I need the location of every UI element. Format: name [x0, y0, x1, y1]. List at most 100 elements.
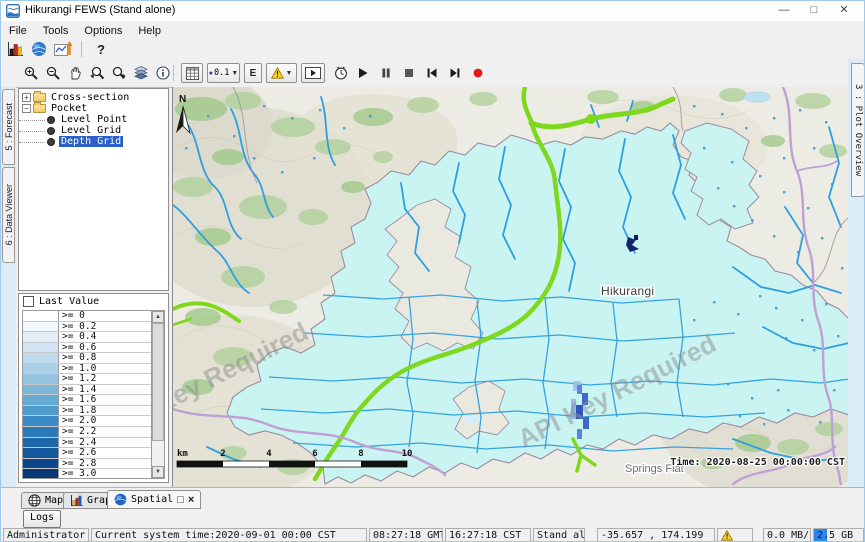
status-memory: 2.5 GB: [813, 528, 864, 542]
legend-class-label: >= 1.0: [59, 364, 96, 374]
pan-button[interactable]: [65, 63, 85, 83]
last-value-option[interactable]: Last Value: [23, 296, 99, 307]
close-tab-icon[interactable]: ×: [188, 495, 194, 505]
info-button[interactable]: [153, 63, 173, 83]
filter-tree-panel: +Cross-section− PocketLevel PointLevel Gr…: [18, 88, 169, 291]
minimize-button[interactable]: —: [769, 1, 799, 21]
node-bullet-icon: [47, 138, 55, 146]
tree-item-level-grid[interactable]: Level Grid: [19, 125, 168, 136]
tree-item-pocket[interactable]: − Pocket: [19, 103, 168, 114]
legend-color-swatch: [23, 364, 59, 374]
legend-row[interactable]: >= 3.0: [23, 469, 151, 479]
menu-item-options[interactable]: Options: [76, 23, 130, 37]
animation-button[interactable]: [301, 63, 325, 83]
legend-class-label: >= 2.8: [59, 459, 96, 469]
legend-panel: Last Value >= 0>= 0.2>= 0.4>= 0.6>= 0.8>…: [18, 293, 169, 483]
scale-tick-label: 10: [402, 449, 413, 459]
chevron-down-icon: ▼: [286, 70, 293, 77]
status-bar: Administrator Current system time:2020-0…: [1, 528, 865, 542]
tab-plot-overview[interactable]: 3 : Plot Overview: [851, 63, 865, 197]
zoom-next-button[interactable]: [109, 63, 129, 83]
database-viewer-button[interactable]: [5, 39, 25, 59]
logs-button[interactable]: Logs: [23, 510, 61, 528]
collapse-icon[interactable]: −: [22, 104, 31, 113]
menu-item-tools[interactable]: Tools: [35, 23, 77, 37]
pause-button[interactable]: [376, 63, 396, 83]
maximize-button[interactable]: □: [799, 1, 829, 21]
tab-spatial[interactable]: Spatial □ ×: [107, 490, 201, 509]
legend-color-swatch: [23, 427, 59, 437]
close-button[interactable]: ✕: [829, 1, 859, 21]
status-local-time: 16:27:18 CST: [445, 528, 531, 542]
record-button[interactable]: [468, 63, 488, 83]
warning-icon: [721, 530, 733, 541]
zoom-out-icon: [46, 66, 60, 80]
legend-color-swatch: [23, 448, 59, 458]
step-forward-button[interactable]: [445, 63, 465, 83]
zoom-out-button[interactable]: [43, 63, 63, 83]
tree-item-depth-grid[interactable]: Depth Grid: [19, 136, 168, 147]
step-back-button[interactable]: [422, 63, 442, 83]
legend-row[interactable]: >= 0: [23, 311, 151, 322]
scale-tick-label: 8: [358, 449, 363, 459]
expand-icon[interactable]: +: [22, 93, 31, 102]
wire-globe-icon: [28, 494, 41, 507]
tree-item-label: Level Point: [59, 114, 129, 125]
tab-data-viewer[interactable]: 6 : Data Viewer: [2, 167, 15, 263]
tab-forecast[interactable]: 5 : Forecast: [2, 89, 15, 165]
layers-button[interactable]: [131, 63, 151, 83]
menu-item-help[interactable]: Help: [130, 23, 169, 37]
scroll-up-button[interactable]: ▲: [152, 311, 164, 323]
legend-color-swatch: [23, 322, 59, 332]
tree-item-level-point[interactable]: Level Point: [19, 114, 168, 125]
lake: [744, 92, 770, 102]
play-button[interactable]: [353, 63, 373, 83]
chart-display-button[interactable]: [53, 39, 73, 59]
status-warning[interactable]: [717, 528, 753, 542]
legend-color-swatch: [23, 332, 59, 342]
legend-scrollbar[interactable]: ▲ ▼: [151, 311, 164, 478]
stop-icon: [403, 67, 415, 79]
river-node: [586, 114, 596, 124]
float-tab-icon[interactable]: □: [177, 495, 184, 505]
scrollbar-thumb[interactable]: [152, 323, 164, 441]
warnings-selector[interactable]: ▼: [266, 63, 297, 83]
legend-color-swatch: [23, 385, 59, 395]
vertical-tab-label: 5 : Forecast: [4, 103, 14, 151]
grid-display-button[interactable]: [181, 63, 203, 83]
status-user: Administrator: [3, 528, 89, 542]
menu-item-file[interactable]: File: [1, 23, 35, 37]
legend-color-swatch: [23, 353, 59, 363]
tree-item-label: Pocket: [49, 103, 89, 114]
time-settings-button[interactable]: [331, 63, 351, 83]
scroll-down-button[interactable]: ▼: [152, 466, 164, 478]
toolbar-separator: [173, 65, 174, 81]
skip-start-icon: [426, 67, 438, 79]
legend-class-label: >= 2.6: [59, 448, 96, 458]
blue-globe-icon: [114, 493, 127, 506]
spatial-display-button[interactable]: [29, 39, 49, 59]
status-network: 0.0 MB/s: [763, 528, 811, 542]
elevation-button[interactable]: E: [244, 63, 262, 83]
legend-color-swatch: [23, 395, 59, 405]
help-button[interactable]: ?: [91, 39, 111, 59]
legend-class-label: >= 0.4: [59, 332, 96, 342]
right-tab-strip: 3 : Plot Overview: [848, 59, 865, 487]
window-title: Hikurangi FEWS (Stand alone): [25, 4, 175, 16]
tree-item-cross-section[interactable]: +Cross-section: [19, 92, 168, 103]
node-bullet-icon: [47, 116, 55, 124]
zoom-previous-button[interactable]: [87, 63, 107, 83]
map-canvas[interactable]: API Key Required API Key Required Hikura…: [172, 87, 848, 487]
status-mode: Stand alone: [533, 528, 585, 542]
zoom-in-button[interactable]: [21, 63, 41, 83]
class-break-selector[interactable]: ● 0.1 ▼: [207, 63, 240, 83]
tab-label: Spatial: [131, 494, 173, 505]
interval-value: 0.1: [214, 68, 229, 78]
chart-arrow-icon: [54, 41, 73, 57]
stop-button[interactable]: [399, 63, 419, 83]
movie-icon: [305, 67, 321, 79]
checkbox-icon[interactable]: [23, 296, 34, 307]
legend-class-label: >= 1.6: [59, 395, 96, 405]
legend-row[interactable]: >= 2.2: [23, 427, 151, 438]
scale-tick-label: 4: [266, 449, 272, 459]
